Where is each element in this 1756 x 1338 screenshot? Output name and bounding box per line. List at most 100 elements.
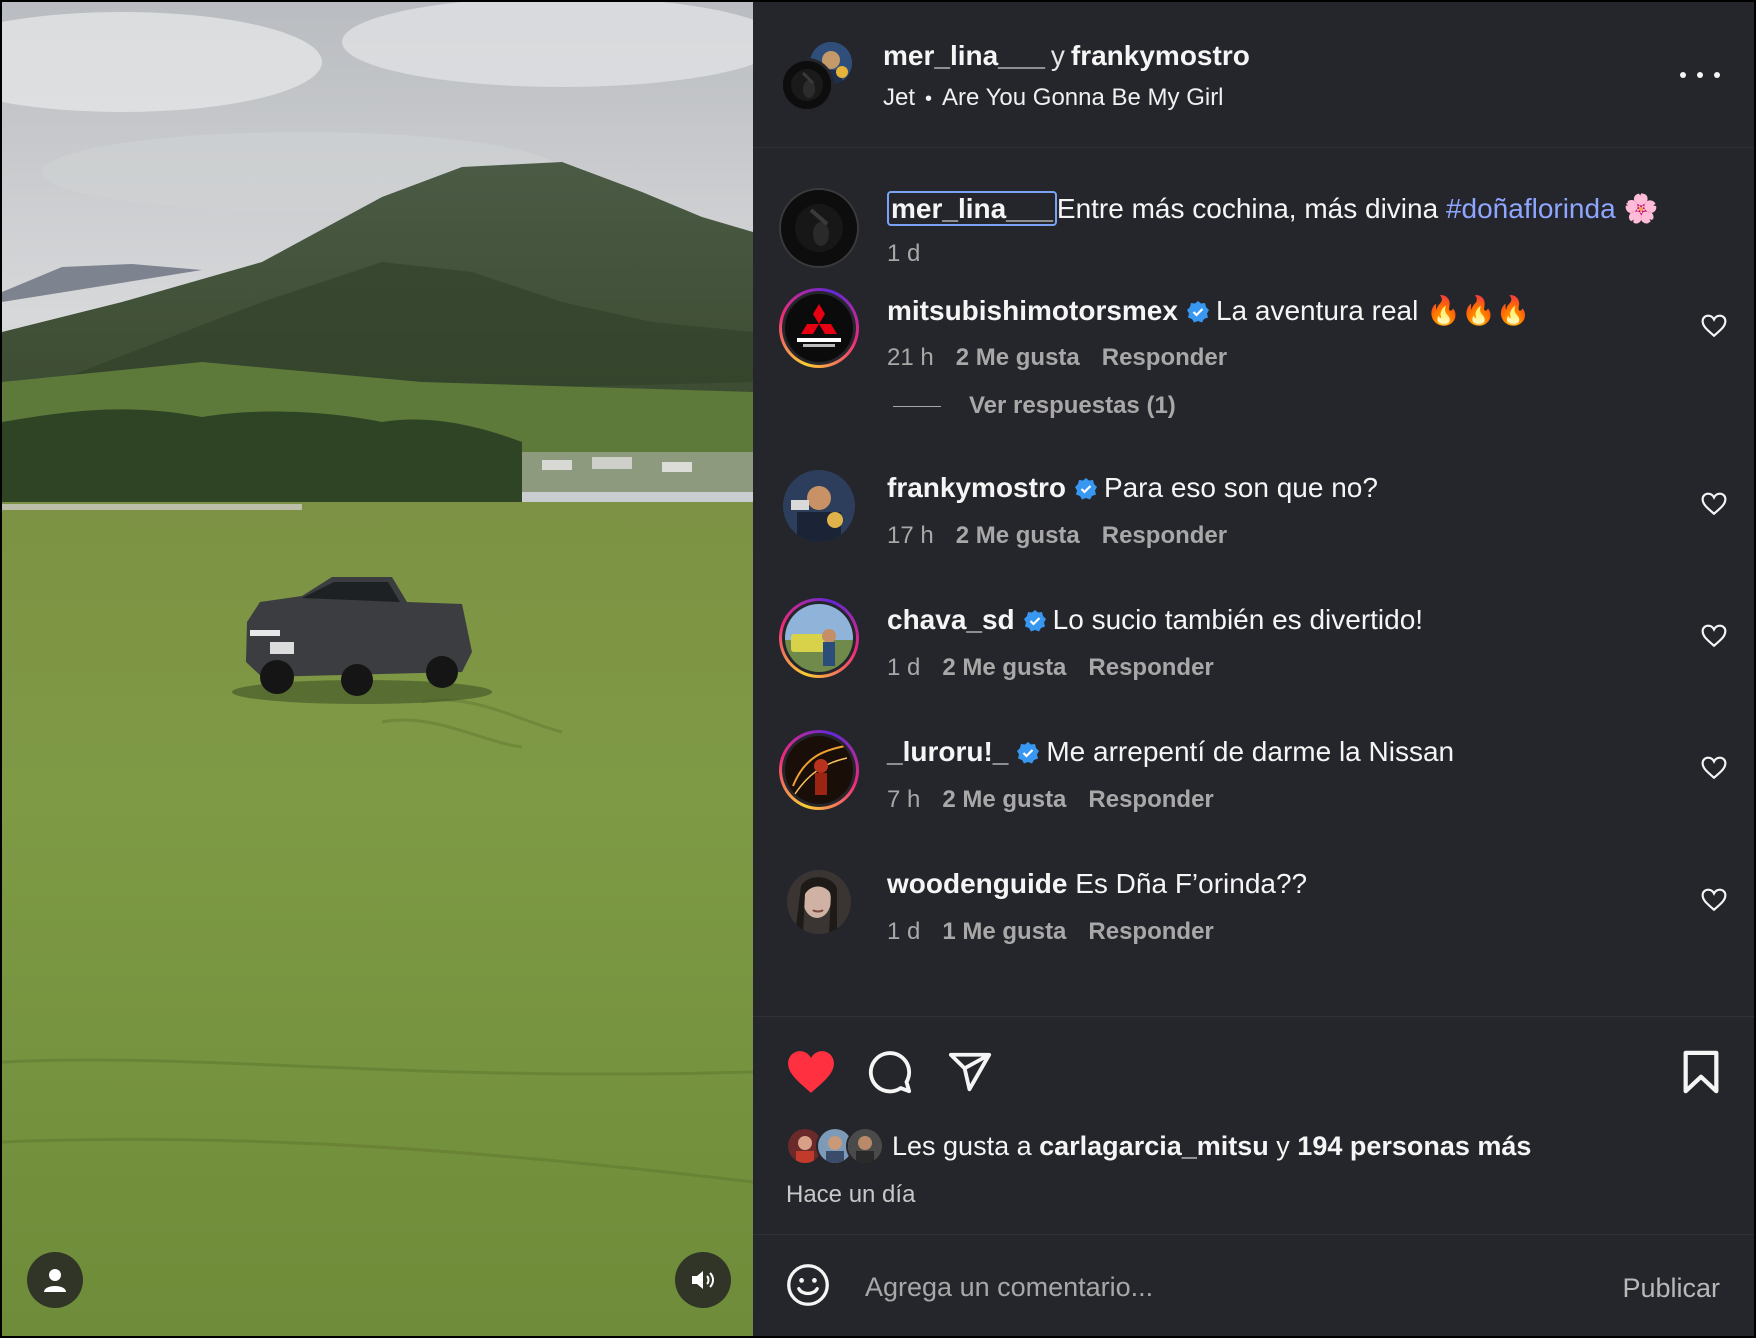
comment-item: mitsubishimotorsmex La aventura real 🔥🔥🔥 …: [753, 288, 1754, 398]
likes-conjunction: y: [1276, 1130, 1290, 1161]
comment-likes[interactable]: 2 Me gusta: [942, 654, 1066, 681]
separator-dot: •: [925, 88, 933, 110]
author-username[interactable]: mer_lina___: [883, 40, 1045, 71]
more-horizontal-icon: [1714, 72, 1720, 78]
comment-meta: 21 h 2 Me gusta Responder: [887, 344, 1249, 372]
comment-likes[interactable]: 2 Me gusta: [942, 786, 1066, 813]
avatar[interactable]: [779, 598, 859, 678]
comment-username[interactable]: _luroru!_: [887, 736, 1008, 767]
coauthor-username[interactable]: frankymostro: [1071, 40, 1250, 71]
comment-username[interactable]: mitsubishimotorsmex: [887, 295, 1178, 326]
caption-row: mer_lina___ Entre más cochina, más divina…: [753, 168, 1754, 268]
more-options-button[interactable]: [1680, 60, 1720, 90]
comment-username[interactable]: frankymostro: [887, 472, 1066, 503]
comment-text: _luroru!_ Me arrepentí de darme la Nissan: [887, 736, 1454, 768]
post-header: mer_lina___ y frankymostro Jet • Are You Gon…: [753, 2, 1754, 148]
avatar[interactable]: [779, 466, 859, 546]
comment-body: La aventura real 🔥🔥🔥: [1215, 295, 1531, 326]
hashtag-link[interactable]: #doñaflorinda: [1446, 193, 1616, 224]
reply-button[interactable]: Responder: [1088, 786, 1213, 813]
comment-meta: 7 h 2 Me gusta Responder: [887, 786, 1236, 814]
share-icon[interactable]: [947, 1049, 993, 1095]
post-media[interactable]: [2, 2, 753, 1336]
more-horizontal-icon: [1697, 72, 1703, 78]
emoji-icon[interactable]: [786, 1263, 830, 1307]
tagged-users-button[interactable]: [27, 1252, 83, 1308]
post-timestamp[interactable]: Hace un día: [786, 1181, 915, 1209]
comment-text: frankymostro Para eso son que no?: [887, 472, 1378, 504]
publish-button[interactable]: Publicar: [1622, 1273, 1720, 1304]
heart-outline-icon[interactable]: [1701, 888, 1727, 912]
comment-body: Para eso son que no?: [1103, 472, 1378, 503]
view-replies-label: Ver respuestas (1): [969, 392, 1176, 419]
comment-likes[interactable]: 2 Me gusta: [956, 522, 1080, 549]
comment-time[interactable]: 21 h: [887, 344, 934, 371]
comment-username[interactable]: chava_sd: [887, 604, 1015, 635]
verified-badge-icon: [1023, 610, 1046, 632]
avatar[interactable]: [779, 188, 859, 268]
comments-list[interactable]: mer_lina___ Entre más cochina, más divina…: [753, 148, 1754, 1016]
comment-icon[interactable]: [867, 1049, 913, 1095]
comment-item: woodenguide Es Dña F’orinda?? 1 d 1 Me gu…: [753, 862, 1754, 972]
track-title: Are You Gonna Be My Girl: [942, 84, 1224, 111]
post-actions: Les gusta a carlagarcia_mitsu y 194 pers…: [753, 1016, 1754, 1236]
likes-others[interactable]: 194 personas más: [1297, 1131, 1531, 1161]
reply-button[interactable]: Responder: [1088, 654, 1213, 681]
liker-username[interactable]: carlagarcia_mitsu: [1039, 1131, 1269, 1161]
conjunction-text: y: [1050, 40, 1065, 71]
comment-text: woodenguide Es Dña F’orinda??: [887, 868, 1307, 900]
comment-item: _luroru!_ Me arrepentí de darme la Nissan…: [753, 730, 1754, 840]
heart-outline-icon[interactable]: [1701, 756, 1727, 780]
comment-meta: 1 d 1 Me gusta Responder: [887, 918, 1236, 946]
avatar[interactable]: [779, 862, 859, 942]
heart-outline-icon[interactable]: [1701, 492, 1727, 516]
caption-time[interactable]: 1 d: [887, 240, 920, 267]
avatar[interactable]: [779, 730, 859, 810]
comment-likes[interactable]: 2 Me gusta: [956, 344, 1080, 371]
comment-body: Me arrepentí de darme la Nissan: [1046, 736, 1455, 767]
comment-meta: 1 d 2 Me gusta Responder: [887, 654, 1236, 682]
comment-time[interactable]: 1 d: [887, 918, 920, 945]
post-details-panel: mer_lina___ y frankymostro Jet • Are You Gon…: [753, 2, 1754, 1336]
avatar[interactable]: [779, 288, 859, 368]
caption-body: Entre más cochina, más divina: [1056, 193, 1439, 224]
comment-composer: Publicar: [753, 1234, 1754, 1336]
comment-item: chava_sd Lo sucio también es divertido! 1…: [753, 598, 1754, 708]
author-avatars[interactable]: [780, 42, 856, 114]
avatar: [846, 1127, 884, 1165]
comment-username[interactable]: woodenguide: [887, 868, 1067, 899]
avatar: [780, 58, 834, 112]
comment-meta: 17 h 2 Me gusta Responder: [887, 522, 1249, 550]
caption-meta: 1 d: [887, 240, 942, 268]
replies-divider: [893, 405, 941, 407]
heart-outline-icon[interactable]: [1701, 314, 1727, 338]
audio-toggle-button[interactable]: [675, 1252, 731, 1308]
caption-emoji: 🌸: [1623, 193, 1659, 224]
comment-likes[interactable]: 1 Me gusta: [942, 918, 1066, 945]
post-photo: [2, 2, 753, 1336]
track-artist: Jet: [883, 84, 916, 111]
likes-text: Les gusta a carlagarcia_mitsu y 194 pers…: [892, 1131, 1531, 1162]
caption-text: mer_lina___ Entre más cochina, más divina…: [887, 191, 1659, 226]
speaker-icon: [692, 1271, 714, 1289]
comment-item: frankymostro Para eso son que no? 17 h 2 M…: [753, 466, 1754, 576]
bookmark-icon[interactable]: [1680, 1049, 1722, 1095]
comment-time[interactable]: 1 d: [887, 654, 920, 681]
view-replies-button[interactable]: Ver respuestas (1): [893, 392, 1176, 420]
person-icon: [44, 1269, 66, 1292]
reply-button[interactable]: Responder: [1088, 918, 1213, 945]
comment-body: Es Dña F’orinda??: [1075, 868, 1308, 899]
reply-button[interactable]: Responder: [1102, 522, 1227, 549]
reply-button[interactable]: Responder: [1102, 344, 1227, 371]
comment-time[interactable]: 7 h: [887, 786, 920, 813]
comment-time[interactable]: 17 h: [887, 522, 934, 549]
heart-outline-icon[interactable]: [1701, 624, 1727, 648]
likes-summary[interactable]: Les gusta a carlagarcia_mitsu y 194 pers…: [786, 1127, 1531, 1165]
verified-badge-icon: [1074, 478, 1097, 500]
likes-prefix: Les gusta a: [892, 1130, 1032, 1161]
caption-username[interactable]: mer_lina___: [887, 191, 1057, 226]
comment-input[interactable]: [865, 1263, 1565, 1311]
comment-text: mitsubishimotorsmex La aventura real 🔥🔥🔥: [887, 294, 1531, 327]
heart-icon[interactable]: [786, 1049, 836, 1095]
audio-track[interactable]: Jet • Are You Gonna Be My Girl: [883, 84, 1224, 112]
